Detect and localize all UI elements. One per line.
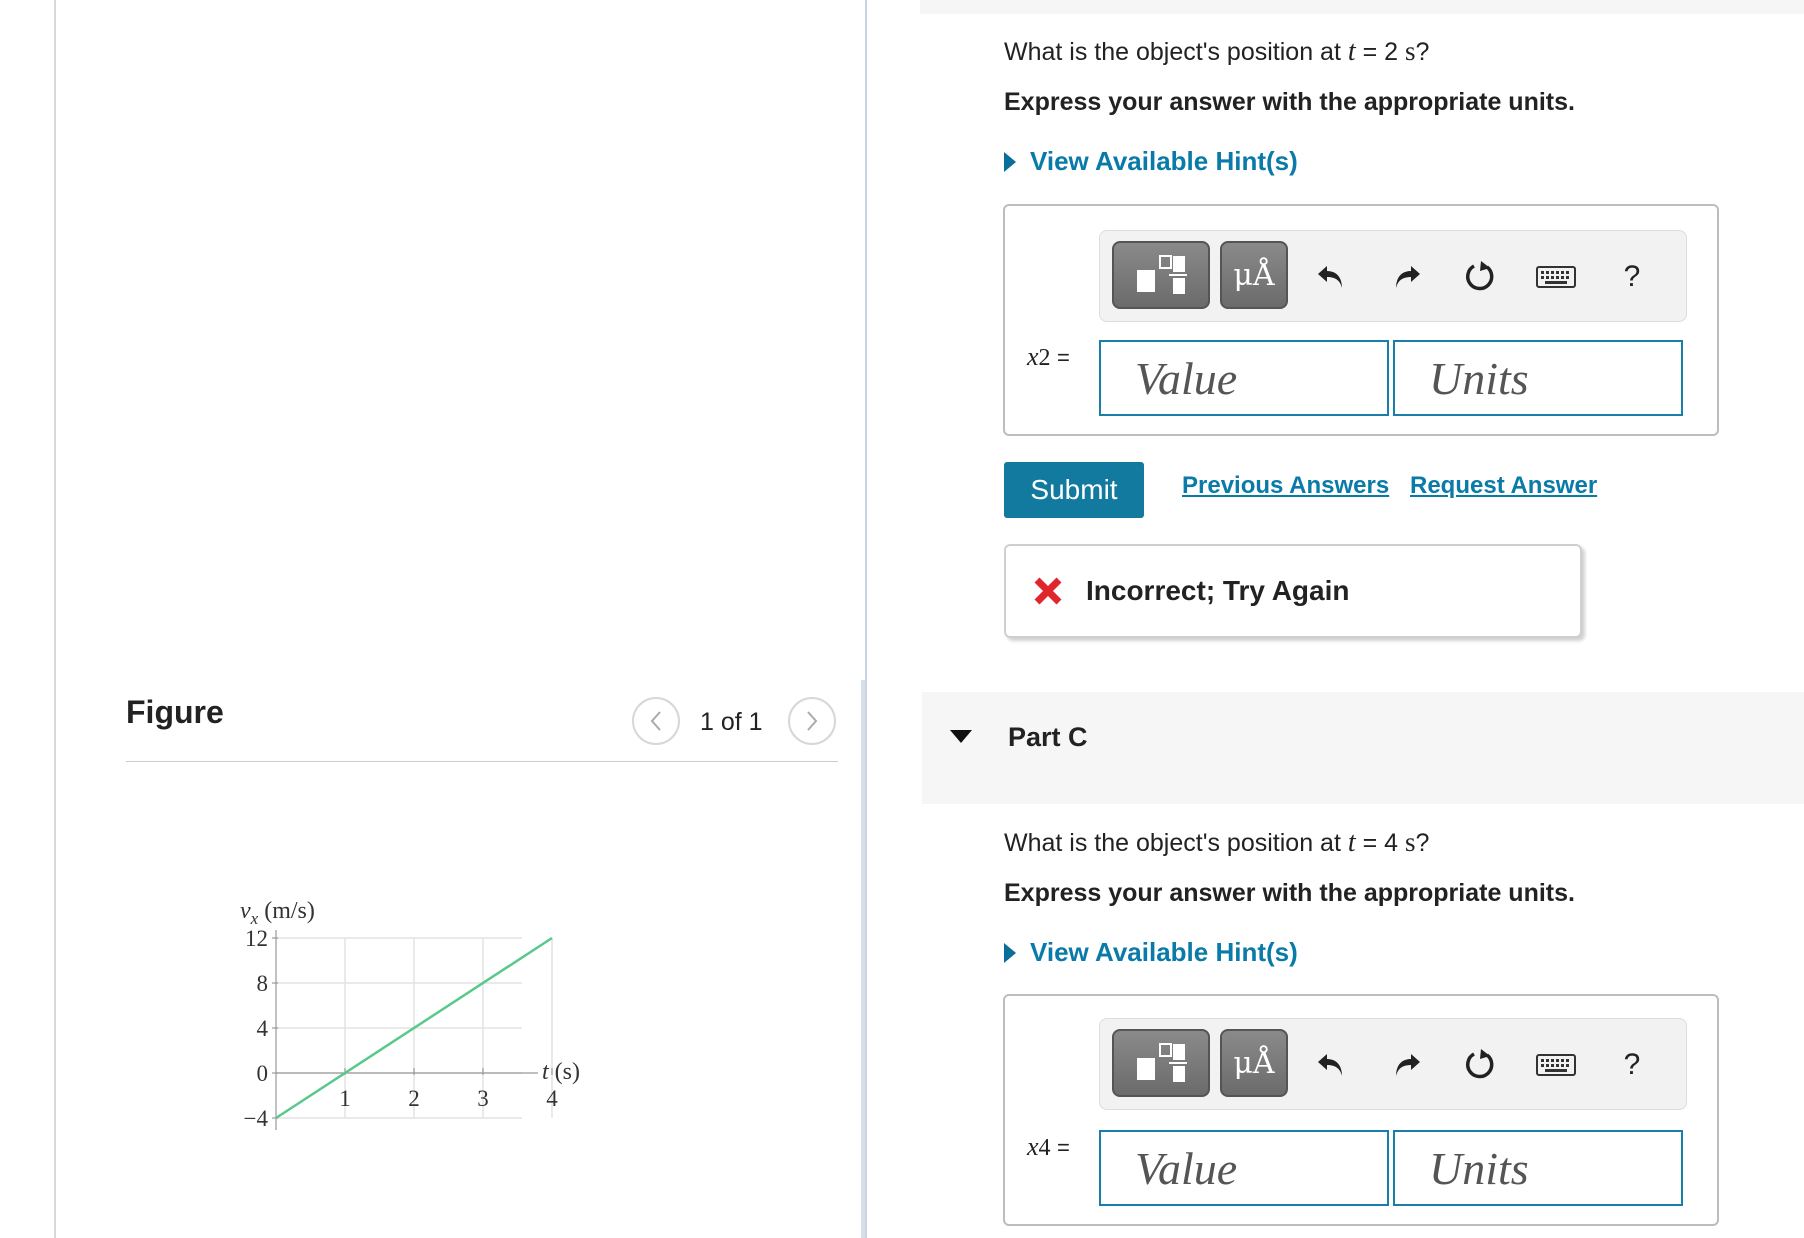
y-tick-label: 4 (257, 1016, 269, 1041)
velocity-time-graph: 12840−41 2 3 4 vx (m/s) t (s) (240, 900, 580, 1131)
undo-button[interactable] (1310, 1043, 1354, 1087)
keyboard-icon (1536, 266, 1576, 288)
x-tick-label: 3 (477, 1086, 489, 1111)
symbols-button[interactable]: μÅ (1220, 1029, 1288, 1097)
part-c-instruction: Express your answer with the appropriate… (1004, 879, 1575, 907)
help-icon: ? (1623, 1048, 1641, 1081)
question-equals: = 4 (1355, 829, 1405, 857)
expand-triangle-icon (1004, 942, 1016, 963)
reset-button[interactable] (1458, 255, 1502, 299)
symbol-label: μÅ (1233, 1045, 1275, 1081)
var-sub: 2 (1038, 345, 1051, 371)
undo-icon (1318, 266, 1342, 288)
chevron-left-icon (650, 711, 661, 731)
question-variable: t (1347, 36, 1356, 67)
redo-icon (1396, 266, 1420, 288)
question-text: What is the object's position at (1004, 829, 1348, 857)
y-tick-label: 8 (257, 971, 269, 996)
chart-axes (275, 930, 538, 1130)
question-unit: s (1404, 36, 1416, 66)
question-mark: ? (1415, 829, 1430, 857)
question-text: What is the object's position at (1004, 38, 1348, 66)
question-unit: s (1404, 827, 1416, 857)
keyboard-button[interactable] (1534, 1043, 1578, 1087)
answer-variable-label: x2 = (1027, 342, 1070, 372)
y-tick-label: 0 (257, 1061, 269, 1086)
symbol-label: μÅ (1233, 257, 1275, 293)
panel-divider-resize[interactable] (861, 680, 865, 1238)
figure-prev-button[interactable] (632, 697, 680, 745)
var-name: x (1027, 342, 1039, 371)
request-answer-link[interactable]: Request Answer (1410, 472, 1597, 500)
var-name: x (1027, 1132, 1039, 1161)
redo-button[interactable] (1384, 1043, 1428, 1087)
keyboard-button[interactable] (1534, 255, 1578, 299)
x-axis-label: t (s) (542, 1059, 580, 1085)
part-b-hint-toggle[interactable]: View Available Hint(s) (1004, 146, 1298, 177)
question-mark: ? (1415, 38, 1430, 66)
part-c-hint-toggle[interactable]: View Available Hint(s) (1004, 937, 1298, 968)
units-input[interactable] (1393, 1130, 1683, 1206)
math-toolbar: μÅ ? (1099, 230, 1687, 322)
part-c-answer-box: μÅ ? x4 = Value Units (1003, 994, 1719, 1226)
figure-title: Figure (126, 694, 224, 730)
left-border (54, 0, 56, 1238)
part-b-answer-box: μÅ ? x2 = Value Units (1003, 204, 1719, 436)
reset-icon (1466, 261, 1494, 291)
chevron-right-icon (807, 711, 818, 731)
x-tick-label: 1 (339, 1086, 351, 1111)
y-tick-label: 12 (245, 926, 268, 951)
feedback-message: Incorrect; Try Again (1004, 544, 1582, 638)
question-variable: t (1347, 827, 1356, 858)
templates-button[interactable] (1112, 241, 1210, 309)
hint-label: View Available Hint(s) (1030, 937, 1298, 967)
y-axis-label: vx (m/s) (240, 900, 315, 928)
x-tick-label: 2 (408, 1086, 420, 1111)
part-c-question: What is the object's position at t = 4 s… (1004, 827, 1429, 859)
y-tick-label: −4 (244, 1106, 269, 1131)
redo-icon (1396, 1054, 1420, 1076)
redo-button[interactable] (1384, 255, 1428, 299)
fraction-template-icon (1137, 1043, 1187, 1082)
incorrect-x-icon (1034, 577, 1062, 605)
var-eq: = (1057, 1135, 1070, 1160)
figure-pagination: 1 of 1 (700, 708, 763, 736)
var-eq: = (1057, 345, 1070, 370)
submit-button[interactable]: Submit (1004, 462, 1144, 518)
math-toolbar: μÅ ? (1099, 1018, 1687, 1110)
collapse-triangle-icon[interactable] (950, 730, 972, 743)
reset-button[interactable] (1458, 1043, 1502, 1087)
fraction-template-icon (1137, 255, 1187, 294)
templates-button[interactable] (1112, 1029, 1210, 1097)
hint-label: View Available Hint(s) (1030, 146, 1298, 176)
undo-button[interactable] (1310, 255, 1354, 299)
panel-divider (865, 0, 867, 1238)
x-tick-label: 4 (546, 1086, 558, 1111)
keyboard-icon (1536, 1054, 1576, 1076)
value-input[interactable] (1099, 1130, 1389, 1206)
expand-triangle-icon (1004, 151, 1016, 172)
help-icon: ? (1623, 260, 1641, 293)
part-c-title: Part C (1008, 722, 1088, 752)
question-equals: = 2 (1355, 38, 1405, 66)
undo-icon (1318, 1054, 1342, 1076)
feedback-text: Incorrect; Try Again (1086, 575, 1350, 606)
help-button[interactable]: ? (1610, 255, 1654, 299)
part-b-instruction: Express your answer with the appropriate… (1004, 88, 1575, 116)
value-input[interactable] (1099, 340, 1389, 416)
answer-variable-label: x4 = (1027, 1132, 1070, 1162)
var-sub: 4 (1038, 1135, 1051, 1161)
units-input[interactable] (1393, 340, 1683, 416)
part-b-question: What is the object's position at t = 2 s… (1004, 36, 1429, 68)
part-b-header-strip (920, 0, 1804, 14)
reset-icon (1466, 1049, 1494, 1079)
figure-divider (126, 761, 838, 762)
previous-answers-link[interactable]: Previous Answers (1182, 472, 1389, 500)
help-button[interactable]: ? (1610, 1043, 1654, 1087)
symbols-button[interactable]: μÅ (1220, 241, 1288, 309)
figure-next-button[interactable] (788, 697, 836, 745)
